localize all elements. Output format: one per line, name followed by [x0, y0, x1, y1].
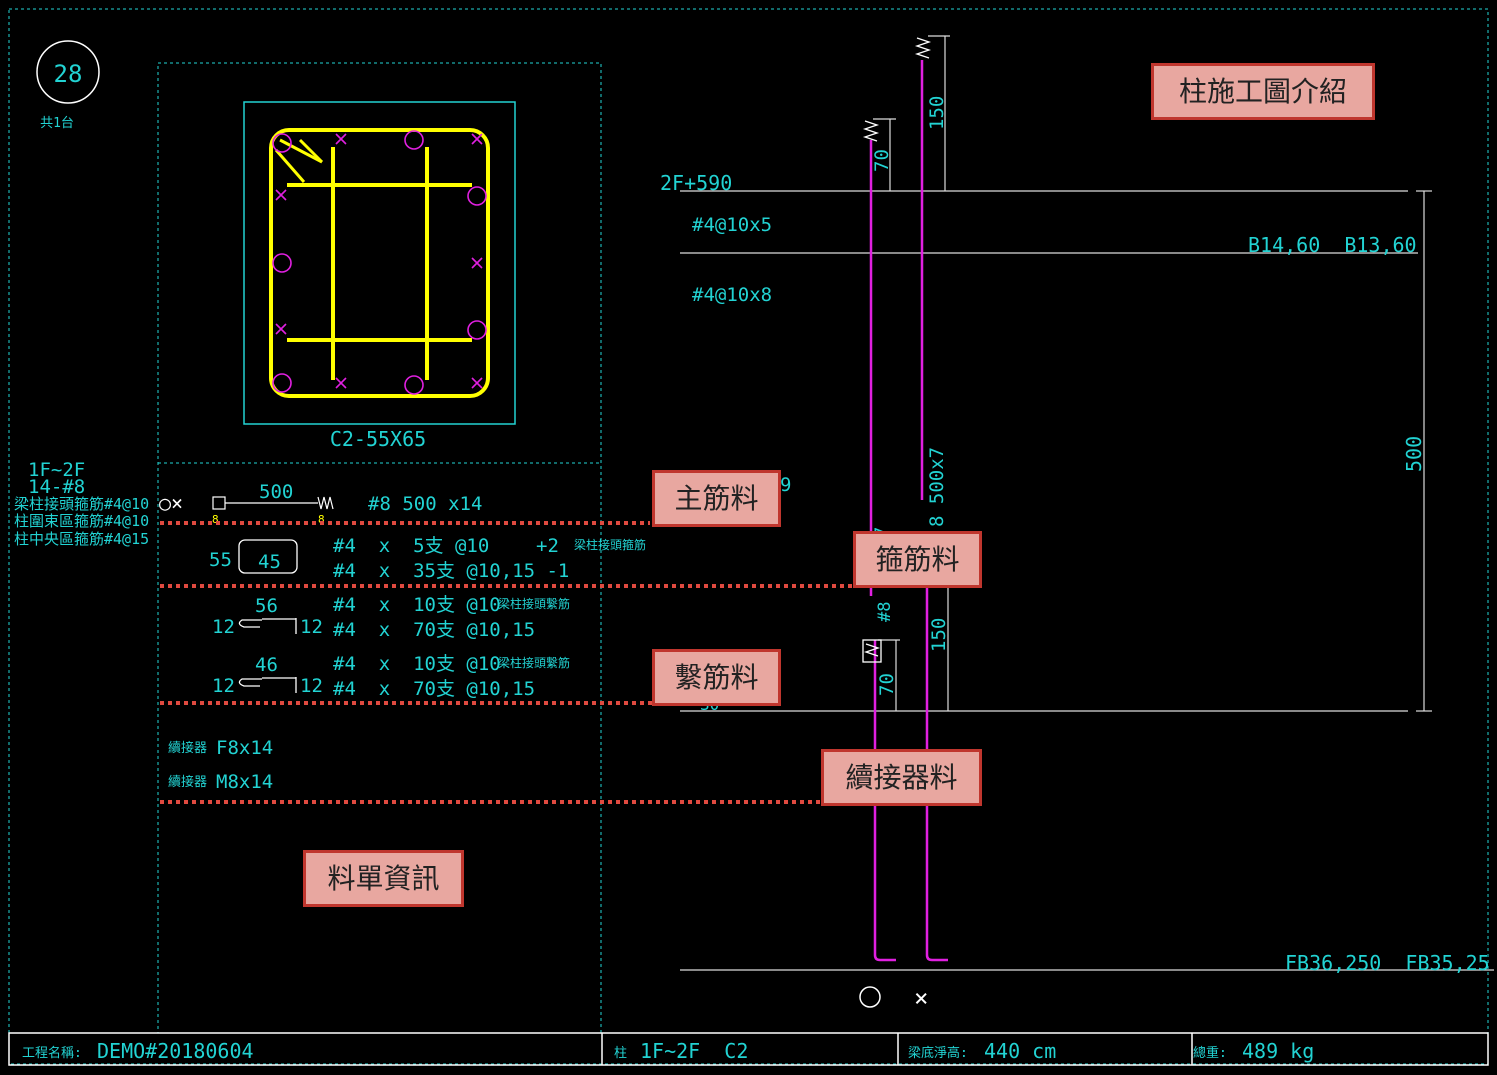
coupler1-spec: F8x14 [216, 737, 273, 759]
tie1-row2: #4 x 70支 @10,15 [333, 619, 535, 641]
tie1-hook-left: 12 [212, 616, 235, 638]
tie2-hook-right: 12 [300, 675, 323, 697]
weight-label: 總重: [1193, 1045, 1227, 1061]
tie2-row1: #4 x 10支 @10 [333, 653, 501, 675]
stirrup-height: 45 [258, 551, 281, 573]
tie2-hook-left: 12 [212, 675, 235, 697]
dim-height: 500 [1402, 436, 1426, 472]
main-bar-length: 500 [259, 481, 293, 503]
clear-height-value: 440 cm [984, 1039, 1056, 1063]
coupler1-label: 續接器 [168, 740, 207, 756]
main-rebar-callout: 主筋料 [652, 470, 781, 527]
tie-callout: 繫筋料 [652, 649, 781, 706]
project-label: 工程名稱: [22, 1045, 82, 1061]
clear-height-label: 梁底淨高: [908, 1045, 968, 1061]
beam-top: B14,60 B13,60 [1248, 233, 1417, 257]
coupler2-label: 續接器 [168, 774, 207, 790]
confine-stirrup-note: 柱圍束區箍筋#4@10 [14, 512, 149, 530]
dim-150-top: 150 [926, 96, 948, 130]
dim-70-top: 70 [871, 149, 893, 172]
joint-stirrup-note: 梁柱接頭箍筋#4@10 [14, 495, 149, 513]
partial-9: 9 [780, 474, 791, 496]
hoop-top: #4@10x5 [692, 214, 772, 236]
cad-drawing-canvas[interactable]: 28 共1台 C2-55X65 1F~2F 14-#8 梁柱接頭箍筋#4@10 … [0, 0, 1497, 1075]
beam-bottom: FB36,250 FB35,25 [1285, 951, 1490, 975]
bom-callout: 料單資訊 [303, 850, 464, 907]
coupler2-spec: M8x14 [216, 771, 273, 793]
coupler-callout: 續接器料 [821, 749, 982, 806]
level-top: 2F+590 [660, 171, 732, 195]
stirrup-row1: #4 x 5支 @10 [333, 535, 489, 557]
column-prefix: 柱 [614, 1046, 627, 1061]
stirrup-row2: #4 x 35支 @10,15 -1 [333, 560, 569, 582]
sheet-number: 28 [54, 60, 83, 88]
sheet-count: 共1台 [40, 116, 74, 131]
project-value: DEMO#20180604 [97, 1039, 254, 1063]
tie1-row1: #4 x 10支 @10 [333, 594, 501, 616]
hoop-mid: #4@10x8 [692, 284, 772, 306]
stirrup-width: 55 [209, 549, 232, 571]
cross-symbol: × [914, 984, 928, 1012]
tie2-length: 46 [255, 654, 278, 676]
tie1-row1-note: 梁柱接頭繫筋 [498, 596, 570, 611]
stirrup-callout: 箍筋料 [853, 531, 982, 588]
dim-150-bottom: 150 [928, 618, 950, 652]
middle-stirrup-note: 柱中央區箍筋#4@15 [14, 530, 149, 548]
tie1-sketch [238, 618, 297, 634]
title-callout: 柱施工圖介紹 [1151, 63, 1375, 120]
column-value: 1F~2F C2 [640, 1039, 748, 1063]
outer-frame [8, 8, 1489, 1065]
elevation-view [680, 35, 1494, 1008]
section-name: C2-55X65 [330, 427, 426, 451]
tie2-row2: #4 x 70支 @10,15 [333, 678, 535, 700]
column-section [243, 101, 516, 425]
dim-8: #8 [875, 602, 895, 622]
dim-70-bottom: 70 [876, 673, 898, 696]
main-bar-spec: #8 500 x14 [368, 493, 482, 515]
main-bar-symbols: ○× [159, 491, 183, 515]
weight-value: 489 kg [1242, 1039, 1314, 1063]
tie1-hook-right: 12 [300, 616, 323, 638]
stirrup-row1-note: 梁柱接頭箍筋 [574, 537, 646, 552]
tie2-row1-note: 梁柱接頭繫筋 [498, 655, 570, 670]
tie1-length: 56 [255, 595, 278, 617]
stirrup-row1-extra: +2 [536, 535, 559, 557]
dim-500x7: 8 500x7 [926, 447, 948, 527]
tie2-sketch [238, 677, 297, 693]
